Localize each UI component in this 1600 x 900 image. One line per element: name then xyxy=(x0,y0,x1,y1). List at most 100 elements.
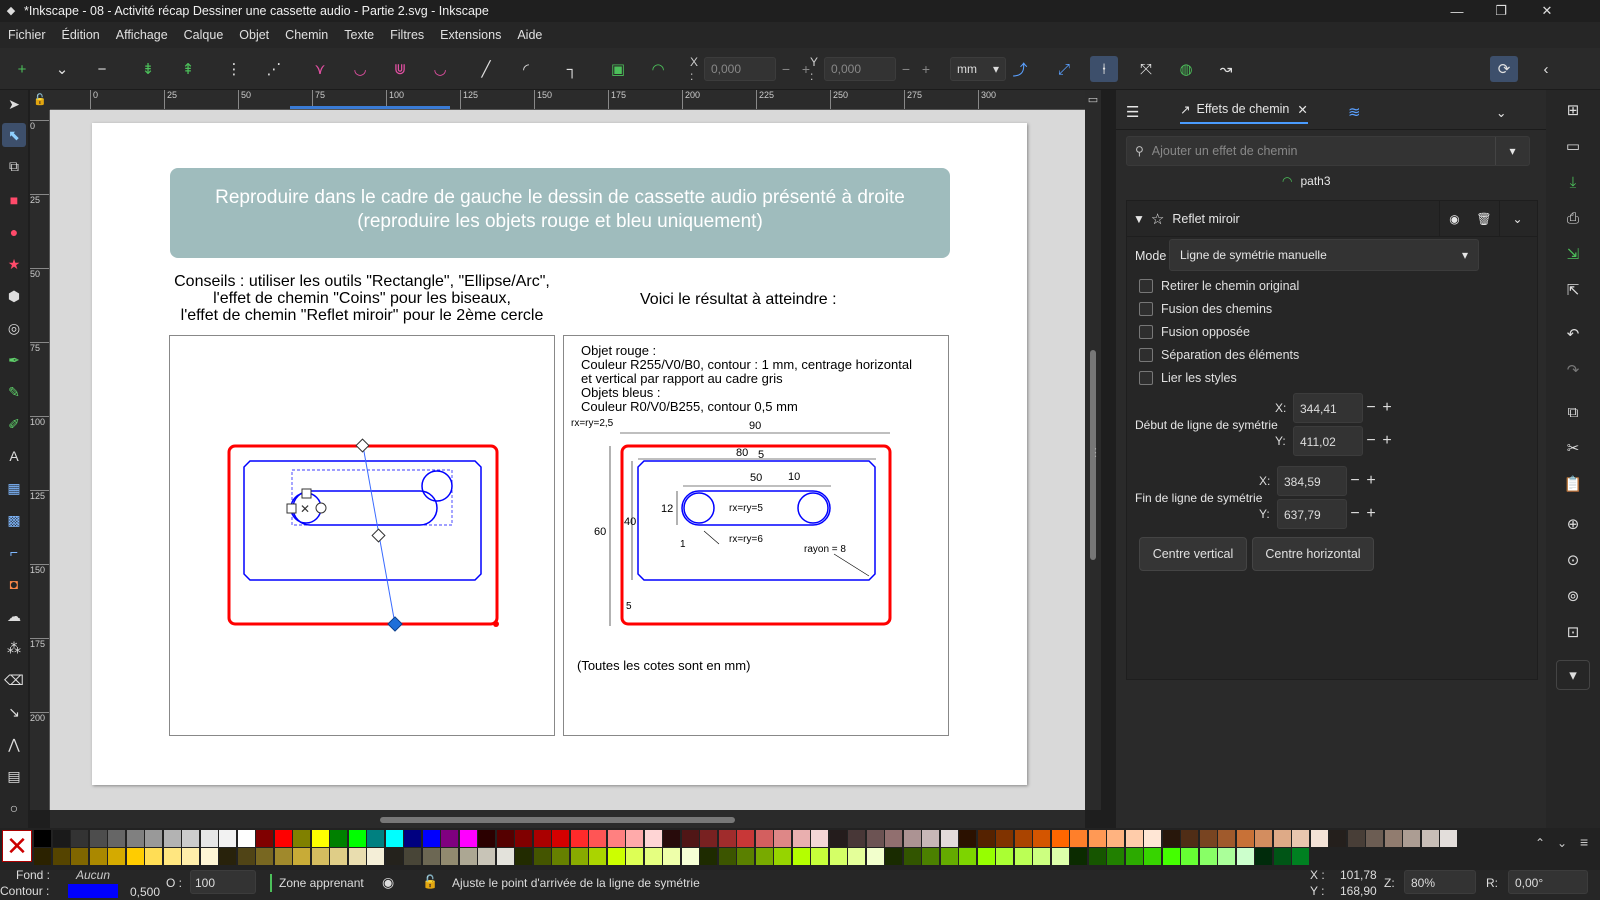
color-swatch[interactable] xyxy=(737,848,754,865)
end-x-input[interactable]: 384,59 xyxy=(1277,466,1347,496)
color-swatch[interactable] xyxy=(1051,830,1069,847)
node-symmetric-icon[interactable]: ⋓ xyxy=(386,56,414,82)
color-swatch[interactable] xyxy=(533,848,551,865)
paint-bucket-icon[interactable]: ◘ xyxy=(2,572,26,596)
color-swatch[interactable] xyxy=(1070,848,1087,865)
color-swatch[interactable] xyxy=(348,830,366,847)
color-swatch[interactable] xyxy=(959,830,976,847)
effect-header[interactable]: ▼ ☆ Reflet miroir ◉ 🗑 ⌄ xyxy=(1127,200,1537,237)
color-swatch[interactable] xyxy=(1366,830,1383,847)
rectangle-tool-icon[interactable]: ■ xyxy=(2,188,26,212)
break-path-icon[interactable]: ⇞ xyxy=(174,56,202,82)
color-swatch[interactable] xyxy=(607,848,625,865)
stroke-width[interactable]: 0,500 xyxy=(130,885,160,899)
dock-menu-chevron-icon[interactable]: ⌄ xyxy=(1496,100,1506,124)
layer-lock-icon[interactable]: 🔓 xyxy=(422,874,438,890)
minimize-icon[interactable]: — xyxy=(1434,0,1480,22)
color-swatch[interactable] xyxy=(589,848,606,865)
search-input[interactable]: Ajouter un effet de chemin xyxy=(1152,144,1298,158)
color-swatch[interactable] xyxy=(293,848,310,865)
color-swatch[interactable] xyxy=(848,830,865,847)
increment-icon[interactable]: + xyxy=(1379,399,1395,417)
color-swatch[interactable] xyxy=(829,830,847,847)
color-swatch[interactable] xyxy=(1144,848,1161,865)
menu-chemin[interactable]: Chemin xyxy=(285,28,328,42)
close-tab-icon[interactable]: ✕ xyxy=(1297,102,1307,117)
measure-tool-icon[interactable]: ⋀ xyxy=(2,732,26,756)
color-swatch[interactable] xyxy=(515,848,532,865)
color-swatch[interactable] xyxy=(108,848,125,865)
color-swatch[interactable] xyxy=(34,848,51,865)
color-swatch[interactable] xyxy=(145,848,162,865)
color-swatch[interactable] xyxy=(959,848,976,865)
mirror-center-handle[interactable] xyxy=(371,528,386,543)
color-swatch[interactable] xyxy=(940,830,958,847)
add-effect-search[interactable]: ⚲ Ajouter un effet de chemin ▾ xyxy=(1126,136,1530,166)
menu-calque[interactable]: Calque xyxy=(184,28,224,42)
color-swatch[interactable] xyxy=(459,830,477,847)
color-swatch[interactable] xyxy=(1421,830,1439,847)
color-swatch[interactable] xyxy=(1403,830,1420,847)
color-swatch[interactable] xyxy=(1181,848,1198,865)
color-swatch[interactable] xyxy=(1051,848,1069,865)
color-swatch[interactable] xyxy=(182,830,199,847)
delete-trash-icon[interactable]: 🗑 xyxy=(1469,201,1499,237)
panel-resize-handle-icon[interactable]: ⋮ xyxy=(1090,446,1101,459)
color-swatch[interactable] xyxy=(922,848,939,865)
node-cusp-icon[interactable]: ⋎ xyxy=(306,56,334,82)
red-outer-rect[interactable] xyxy=(227,444,499,626)
color-swatch[interactable] xyxy=(1255,848,1272,865)
color-swatch[interactable] xyxy=(126,830,144,847)
object-to-path-icon[interactable]: ▣ xyxy=(604,56,632,82)
color-swatch[interactable] xyxy=(422,830,440,847)
close-icon[interactable]: ✕ xyxy=(1522,0,1572,22)
color-swatch[interactable] xyxy=(737,830,754,847)
menu-objet[interactable]: Objet xyxy=(239,28,269,42)
ellipse-tool-icon[interactable]: ● xyxy=(2,220,26,244)
dropper-tool-icon[interactable]: ⌐ xyxy=(2,540,26,564)
color-swatch[interactable] xyxy=(866,848,884,865)
horizontal-scrollbar[interactable] xyxy=(50,810,1085,828)
zoom-width-icon[interactable]: ⊡ xyxy=(1561,620,1585,644)
color-swatch[interactable] xyxy=(866,830,884,847)
increment-icon[interactable]: + xyxy=(1363,472,1379,490)
color-swatch[interactable] xyxy=(533,830,551,847)
insert-node-icon[interactable]: + xyxy=(8,56,36,82)
center-vertical-button[interactable]: Centre vertical xyxy=(1139,537,1247,571)
mirror-end-handle[interactable] xyxy=(387,616,403,632)
color-swatch[interactable] xyxy=(71,830,88,847)
gallery-chevron-icon[interactable]: ▾ xyxy=(1495,137,1529,165)
color-swatch[interactable] xyxy=(811,848,828,865)
node-handle[interactable] xyxy=(286,503,297,514)
center-horizontal-button[interactable]: Centre horizontal xyxy=(1252,537,1374,571)
color-swatch[interactable] xyxy=(1014,848,1032,865)
color-swatch[interactable] xyxy=(52,848,70,865)
horizontal-scroll-thumb[interactable] xyxy=(380,817,735,823)
spiral-tool-icon[interactable]: ◎ xyxy=(2,316,26,340)
color-swatch[interactable] xyxy=(903,848,921,865)
color-swatch[interactable] xyxy=(256,830,273,847)
checkbox-fuse-paths[interactable]: Fusion des chemins xyxy=(1139,300,1272,318)
color-swatch[interactable] xyxy=(1144,830,1161,847)
color-swatch[interactable] xyxy=(311,848,329,865)
color-swatch[interactable] xyxy=(552,830,569,847)
zoom-input[interactable]: 80% xyxy=(1404,870,1476,894)
calligraphy-tool-icon[interactable]: ✐ xyxy=(2,412,26,436)
color-swatch[interactable] xyxy=(977,848,995,865)
decrement-icon[interactable]: − xyxy=(1347,505,1363,523)
print-icon[interactable]: ⎙ xyxy=(1561,206,1585,230)
checkbox-box[interactable] xyxy=(1139,302,1153,316)
color-swatch[interactable] xyxy=(811,830,828,847)
x-input[interactable]: 0,000 xyxy=(704,57,776,81)
color-swatch[interactable] xyxy=(163,830,181,847)
color-swatch[interactable] xyxy=(496,848,514,865)
snap-popover-icon[interactable]: ‹ xyxy=(1532,56,1560,82)
corners-lpe-icon[interactable]: ┐ xyxy=(558,56,586,82)
palette-menu-icon[interactable]: ≡ xyxy=(1580,834,1588,850)
color-swatch[interactable] xyxy=(1014,830,1032,847)
zoom-page-icon[interactable]: ⊚ xyxy=(1561,584,1585,608)
color-swatch[interactable] xyxy=(89,848,107,865)
color-swatch[interactable] xyxy=(200,848,218,865)
new-document-icon[interactable]: ⊞ xyxy=(1561,98,1585,122)
unit-select[interactable]: mm ▾ xyxy=(950,57,1006,81)
